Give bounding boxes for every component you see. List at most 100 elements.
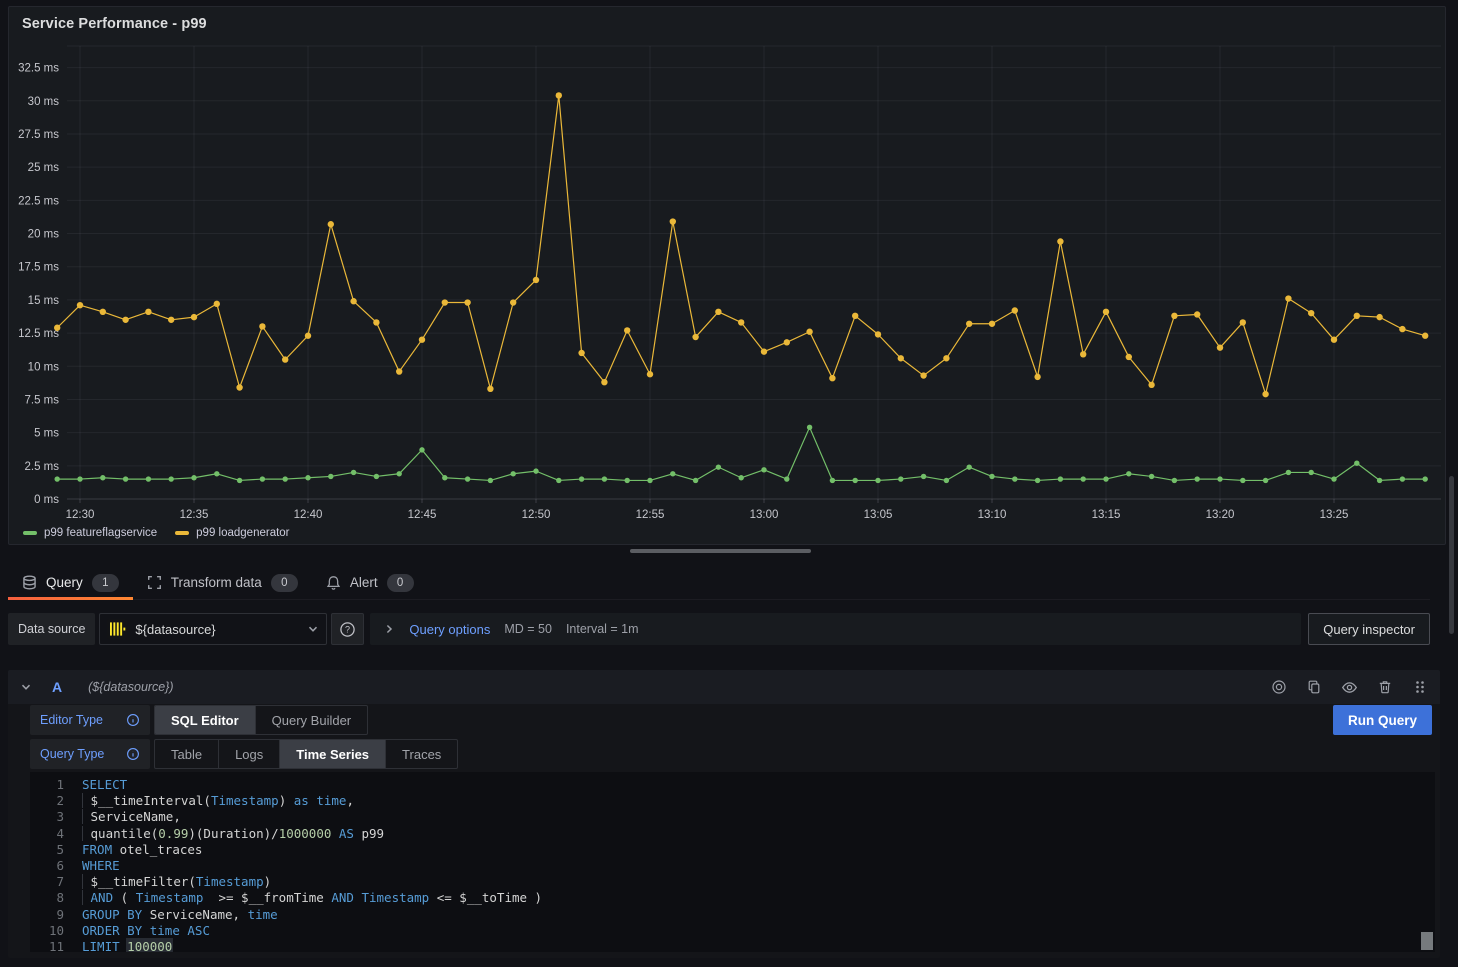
datasource-picker[interactable]: ${datasource} bbox=[99, 613, 327, 645]
info-circle-icon[interactable] bbox=[126, 747, 140, 761]
tab-query[interactable]: Query 1 bbox=[8, 566, 133, 599]
line-number: 4 bbox=[30, 826, 64, 842]
svg-text:10 ms: 10 ms bbox=[28, 361, 60, 373]
query-options-toggle[interactable]: Query options bbox=[409, 622, 490, 637]
svg-text:15 ms: 15 ms bbox=[28, 295, 60, 307]
tab-label: Query bbox=[46, 575, 83, 590]
run-query-button[interactable]: Run Query bbox=[1333, 705, 1432, 735]
chevron-right-icon bbox=[383, 623, 395, 635]
legend-item[interactable]: p99 loadgenerator bbox=[175, 527, 289, 539]
query-ref-id[interactable]: A bbox=[52, 679, 62, 695]
query-header-actions bbox=[1271, 679, 1428, 696]
line-number: 6 bbox=[30, 858, 64, 874]
query-type-option-traces[interactable]: Traces bbox=[385, 740, 457, 768]
hide-response-icon[interactable] bbox=[1341, 679, 1358, 696]
code-line: 1SELECT bbox=[30, 777, 1435, 793]
code-line: 8 AND ( Timestamp >= $__fromTime AND Tim… bbox=[30, 890, 1435, 906]
active-tab-underline bbox=[8, 597, 133, 600]
legend-item[interactable]: p99 featureflagservice bbox=[23, 527, 157, 539]
svg-text:12:50: 12:50 bbox=[522, 509, 551, 521]
code-line: 3 ServiceName, bbox=[30, 809, 1435, 825]
query-type-option-time-series[interactable]: Time Series bbox=[279, 740, 385, 768]
query-type-option-table[interactable]: Table bbox=[155, 740, 218, 768]
query-type-row: Query Type Table Logs Time Series Traces bbox=[30, 739, 458, 769]
code-line: 6WHERE bbox=[30, 858, 1435, 874]
tab-transform-data[interactable]: Transform data 0 bbox=[133, 566, 312, 599]
svg-text:22.5 ms: 22.5 ms bbox=[18, 195, 59, 207]
svg-text:7.5 ms: 7.5 ms bbox=[24, 394, 59, 406]
question-circle-icon: ? bbox=[339, 621, 356, 638]
svg-text:13:10: 13:10 bbox=[978, 509, 1007, 521]
datasource-value: ${datasource} bbox=[135, 622, 215, 637]
disable-query-icon[interactable] bbox=[1271, 679, 1287, 695]
timeseries-panel: Service Performance - p99 0 ms 2.5 ms 5 ms… bbox=[8, 6, 1446, 545]
timeseries-chart[interactable]: 0 ms2.5 ms5 ms7.5 ms10 ms12.5 ms15 ms17.… bbox=[9, 7, 1447, 523]
svg-text:27.5 ms: 27.5 ms bbox=[18, 129, 59, 141]
max-data-points-summary: MD = 50 bbox=[504, 622, 552, 636]
remove-query-icon[interactable] bbox=[1377, 679, 1393, 695]
svg-text:5 ms: 5 ms bbox=[34, 428, 59, 440]
query-editor-card: A (${datasource}) bbox=[8, 670, 1440, 958]
datasource-label: Data source bbox=[8, 613, 95, 645]
panel-hscrollbar-thumb[interactable] bbox=[630, 549, 811, 553]
line-number: 10 bbox=[30, 923, 64, 939]
page-vscrollbar-thumb[interactable] bbox=[1449, 476, 1454, 634]
svg-text:12:30: 12:30 bbox=[66, 509, 95, 521]
tab-alert[interactable]: Alert 0 bbox=[312, 566, 428, 599]
svg-text:20 ms: 20 ms bbox=[28, 229, 60, 241]
line-number: 2 bbox=[30, 793, 64, 809]
collapse-chevron-icon[interactable] bbox=[20, 681, 32, 693]
svg-text:13:20: 13:20 bbox=[1206, 509, 1235, 521]
tab-label: Transform data bbox=[171, 575, 262, 590]
code-lines: 1SELECT2 $__timeInterval(Timestamp) as t… bbox=[30, 777, 1435, 952]
editor-type-option-query-builder[interactable]: Query Builder bbox=[255, 706, 367, 734]
query-type-group: Table Logs Time Series Traces bbox=[154, 739, 458, 769]
editor-type-row: Editor Type SQL Editor Query Builder bbox=[30, 705, 368, 735]
panel-title[interactable]: Service Performance - p99 bbox=[22, 16, 207, 32]
query-row-header[interactable]: A (${datasource}) bbox=[8, 670, 1440, 704]
code-line: 10ORDER BY time ASC bbox=[30, 923, 1435, 939]
interval-summary: Interval = 1m bbox=[566, 622, 639, 636]
line-number: 8 bbox=[30, 890, 64, 906]
datasource-help-button[interactable]: ? bbox=[331, 613, 364, 645]
editor-tabbar: Query 1 Transform data 0 Alert 0 bbox=[8, 566, 1430, 600]
editor-type-option-sql-editor[interactable]: SQL Editor bbox=[155, 706, 255, 734]
svg-text:12:35: 12:35 bbox=[180, 509, 209, 521]
line-number: 11 bbox=[30, 939, 64, 952]
sql-code-editor[interactable]: 1SELECT2 $__timeInterval(Timestamp) as t… bbox=[30, 772, 1435, 952]
query-options-bar[interactable]: Query options MD = 50 Interval = 1m bbox=[370, 613, 1301, 645]
info-circle-icon[interactable] bbox=[126, 713, 140, 727]
chart-legend: p99 featureflagservice p99 loadgenerator bbox=[23, 527, 290, 539]
drag-handle-icon[interactable] bbox=[1412, 679, 1428, 695]
svg-text:13:00: 13:00 bbox=[750, 509, 779, 521]
clickhouse-datasource-icon bbox=[107, 619, 127, 639]
code-line: 2 $__timeInterval(Timestamp) as time, bbox=[30, 793, 1435, 809]
svg-text:?: ? bbox=[345, 624, 350, 634]
query-type-option-logs[interactable]: Logs bbox=[218, 740, 279, 768]
line-number: 1 bbox=[30, 777, 64, 793]
datasource-bar: Data source ${datasource} bbox=[8, 613, 1430, 645]
legend-series-label: p99 featureflagservice bbox=[44, 527, 157, 539]
line-number: 9 bbox=[30, 907, 64, 923]
editor-type-label-chip: Editor Type bbox=[30, 705, 150, 735]
database-icon bbox=[22, 575, 37, 590]
duplicate-query-icon[interactable] bbox=[1306, 679, 1322, 695]
svg-text:13:25: 13:25 bbox=[1320, 509, 1349, 521]
editor-scrollbar-thumb[interactable] bbox=[1421, 932, 1433, 950]
editor-type-group: SQL Editor Query Builder bbox=[154, 705, 368, 735]
code-line: 5FROM otel_traces bbox=[30, 842, 1435, 858]
code-line: 11LIMIT 100000 bbox=[30, 939, 1435, 952]
svg-text:2.5 ms: 2.5 ms bbox=[24, 461, 59, 473]
tab-badge: 1 bbox=[92, 574, 119, 592]
legend-series-mark bbox=[175, 531, 189, 535]
line-number: 7 bbox=[30, 874, 64, 890]
tab-badge: 0 bbox=[271, 574, 298, 592]
legend-series-mark bbox=[23, 531, 37, 535]
code-line: 4 quantile(0.99)(Duration)/1000000 AS p9… bbox=[30, 826, 1435, 842]
query-inspector-button[interactable]: Query inspector bbox=[1308, 613, 1430, 645]
tab-label: Alert bbox=[350, 575, 378, 590]
query-type-label: Query Type bbox=[40, 747, 104, 761]
svg-text:12:45: 12:45 bbox=[408, 509, 437, 521]
query-datasource-hint: (${datasource}) bbox=[88, 680, 173, 694]
svg-text:0 ms: 0 ms bbox=[34, 494, 59, 506]
